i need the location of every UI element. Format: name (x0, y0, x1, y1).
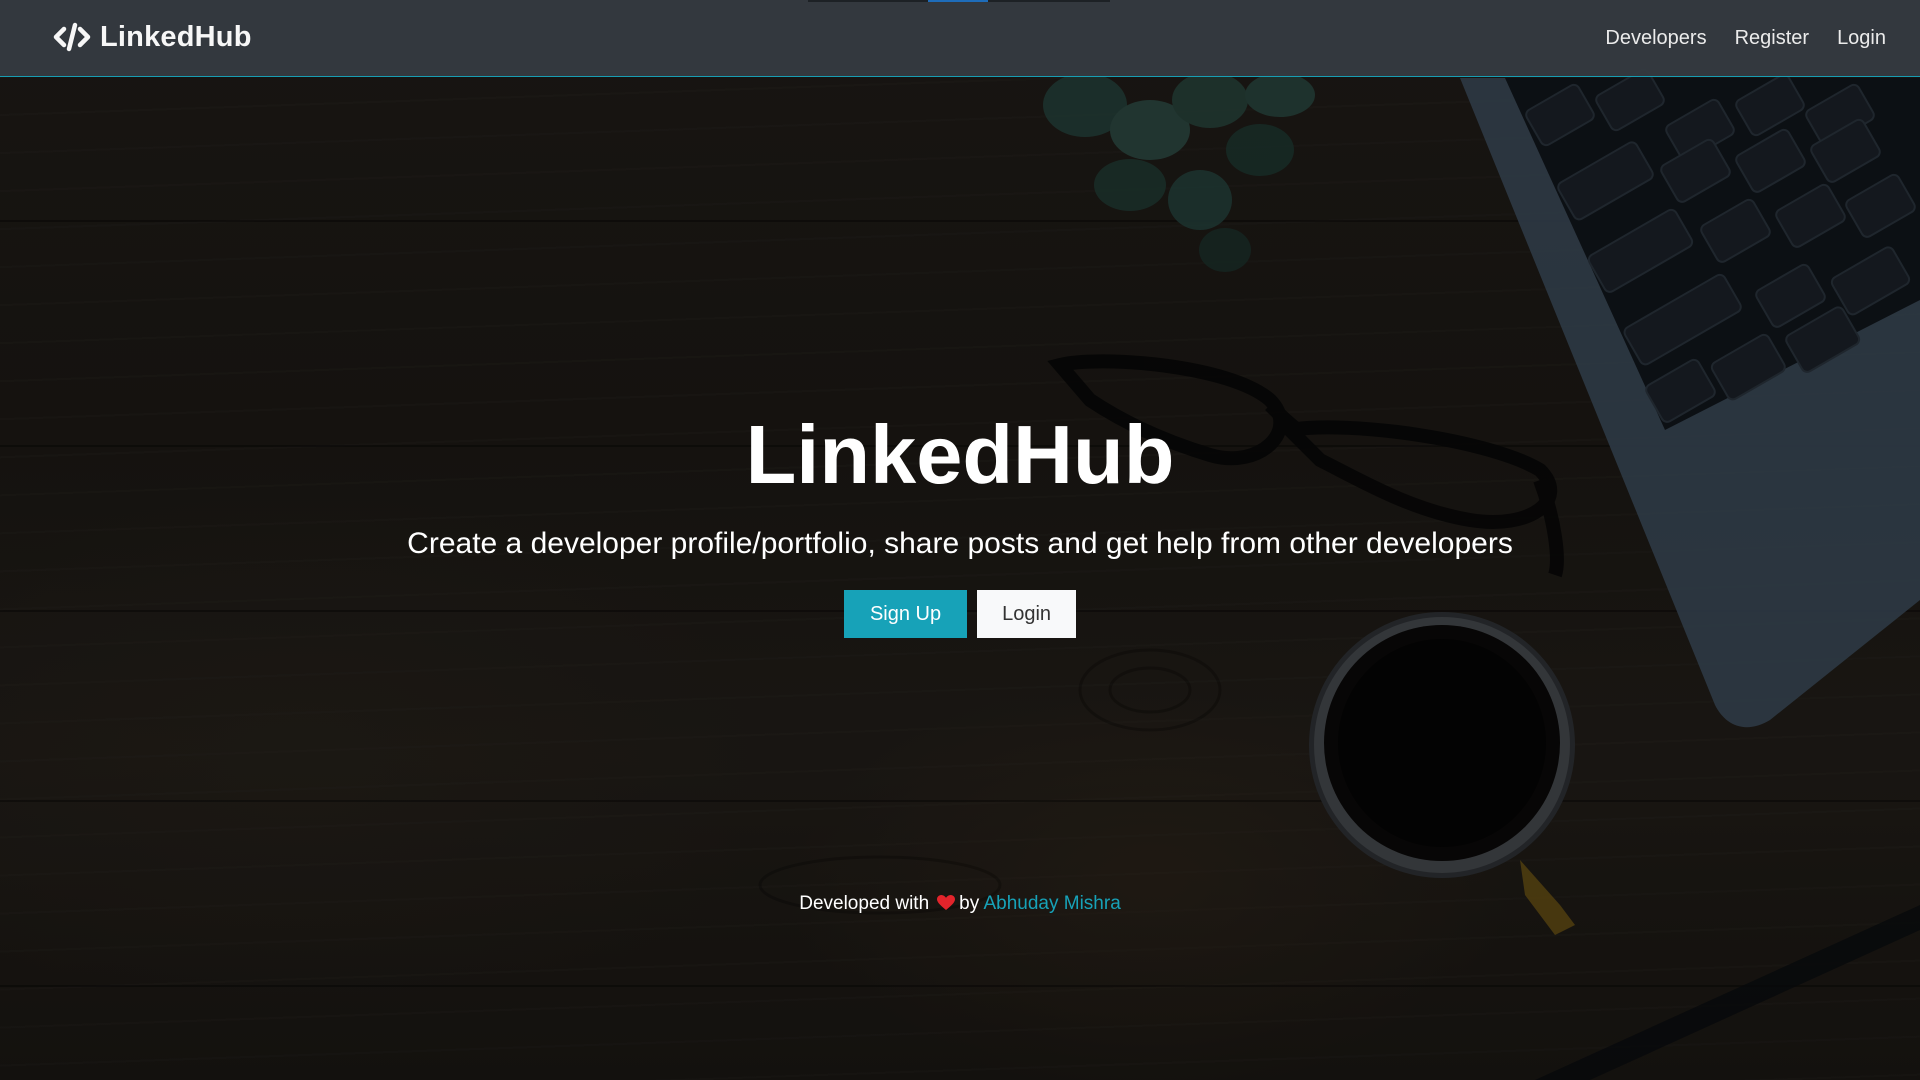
page-load-progress-bar (808, 0, 1110, 2)
author-link[interactable]: Abhuday Mishra (983, 893, 1120, 914)
landing-page: LinkedHub Developers Register Login Link… (0, 0, 1920, 1080)
top-navbar: LinkedHub Developers Register Login (0, 0, 1920, 77)
brand-link[interactable]: LinkedHub (53, 19, 252, 55)
hero-buttons: Sign Up Login (0, 590, 1920, 638)
login-button[interactable]: Login (977, 590, 1077, 638)
footer-by-text: by (959, 893, 980, 914)
nav-register-link[interactable]: Register (1721, 22, 1823, 54)
nav-login-link[interactable]: Login (1823, 22, 1900, 54)
nav-links: Developers Register Login (1591, 22, 1900, 54)
hero-title: LinkedHub (745, 408, 1175, 501)
heart-icon (937, 895, 956, 911)
sign-up-button[interactable]: Sign Up (843, 590, 968, 638)
footer-prefix-text: Developed with (799, 893, 930, 914)
brand-name: LinkedHub (100, 20, 252, 53)
landing-hero: LinkedHub Create a developer profile/por… (0, 400, 1920, 638)
code-icon (53, 22, 91, 52)
hero-lead-text: Create a developer profile/portfolio, sh… (407, 527, 1513, 560)
footer-credit: Developed with by Abhuday Mishra (0, 893, 1920, 915)
nav-developers-link[interactable]: Developers (1591, 22, 1720, 54)
